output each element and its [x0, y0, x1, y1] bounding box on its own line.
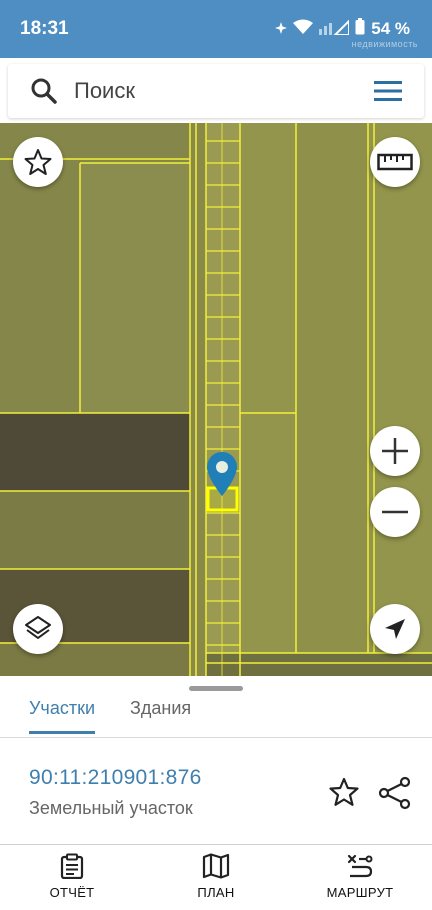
report-icon — [60, 853, 84, 879]
zoom-in-button[interactable] — [370, 426, 420, 476]
status-icons: 54 % — [275, 18, 410, 40]
search-bar — [8, 64, 424, 118]
watermark-text: недвижимость — [351, 39, 418, 49]
layers-button[interactable] — [13, 604, 63, 654]
layers-icon — [25, 616, 51, 639]
nav-report-label: ОТЧЁТ — [49, 885, 95, 900]
status-bar: 18:31 54 % недвижимость — [0, 0, 432, 58]
battery-percent: 54 % — [371, 19, 410, 38]
nav-report[interactable]: ОТЧЁТ — [12, 853, 132, 900]
parcel-type: Земельный участок — [29, 798, 193, 818]
nav-plan-label: ПЛАН — [197, 885, 235, 900]
share-icon[interactable] — [378, 776, 412, 810]
star-icon — [24, 149, 52, 175]
tab-bar: Участки Здания — [0, 692, 432, 738]
my-location-icon — [385, 619, 405, 639]
bottom-sheet: Участки Здания 90:11:210901:876 Земельны… — [0, 676, 432, 844]
zoom-in-icon — [382, 438, 408, 464]
wifi-icon — [293, 19, 314, 40]
ruler-icon — [377, 153, 413, 171]
route-icon — [347, 854, 373, 878]
nav-plan[interactable]: ПЛАН — [156, 853, 276, 900]
cadastral-number[interactable]: 90:11:210901:876 — [29, 766, 202, 790]
map-plan-icon — [202, 853, 230, 879]
zoom-out-icon — [382, 510, 408, 514]
my-location-button[interactable] — [370, 604, 420, 654]
add-favorite-star-icon[interactable] — [328, 776, 360, 808]
battery-icon — [355, 18, 365, 40]
drag-handle[interactable] — [189, 686, 243, 691]
tab-parcels[interactable]: Участки — [29, 698, 95, 734]
map-view[interactable] — [0, 123, 432, 676]
nav-route[interactable]: МАРШРУТ — [300, 853, 420, 900]
alarm-icon — [275, 19, 288, 39]
nav-route-label: МАРШРУТ — [326, 885, 394, 900]
zoom-out-button[interactable] — [370, 487, 420, 537]
status-time: 18:31 — [20, 18, 69, 39]
ruler-button[interactable] — [370, 137, 420, 187]
menu-icon[interactable] — [372, 77, 404, 105]
satellite-map — [0, 123, 432, 676]
search-input[interactable] — [68, 72, 358, 110]
bottom-navigation: ОТЧЁТ ПЛАН МАРШРУТ — [0, 844, 432, 910]
tab-buildings[interactable]: Здания — [130, 698, 191, 731]
search-icon[interactable] — [30, 77, 58, 105]
signal-icon — [319, 18, 351, 40]
location-pin-icon[interactable] — [206, 451, 238, 497]
favorites-button[interactable] — [13, 137, 63, 187]
